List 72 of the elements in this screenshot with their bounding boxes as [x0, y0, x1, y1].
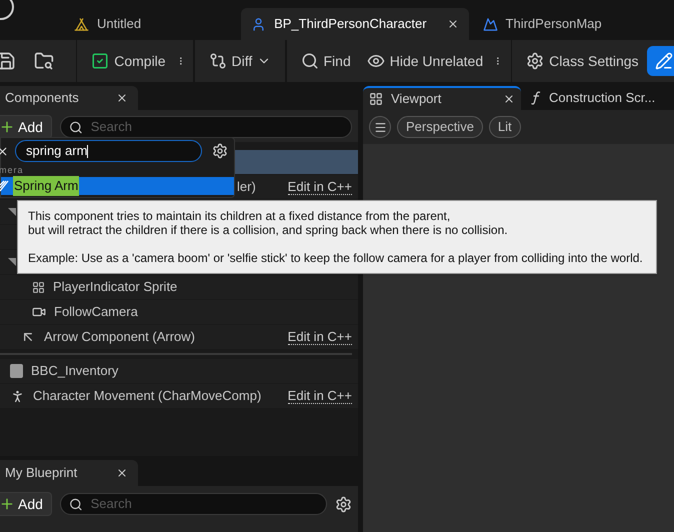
- search-input[interactable]: Search: [90, 117, 343, 137]
- person-icon: [10, 388, 25, 404]
- settings-icon[interactable]: [212, 143, 228, 159]
- close-icon[interactable]: [116, 467, 128, 479]
- view-mode-button[interactable]: Lit: [488, 116, 521, 138]
- menu-button[interactable]: [369, 116, 391, 138]
- panel-tab[interactable]: Construction Scr...: [521, 86, 662, 110]
- function-icon: [531, 91, 541, 105]
- close-icon[interactable]: [503, 93, 515, 105]
- tooltip-text: This component tries to maintain its children at a fixed distance from the parent,: [28, 209, 452, 223]
- diff-button[interactable]: Diff: [200, 46, 280, 76]
- edit-link[interactable]: Edit in C++: [288, 179, 352, 195]
- add-button[interactable]: Add: [0, 115, 52, 139]
- component-row[interactable]: BBC_Inventory: [0, 359, 358, 383]
- plus-icon: [0, 496, 15, 512]
- component-name: ler): [237, 178, 256, 196]
- compile-button[interactable]: Compile: [83, 46, 174, 76]
- diff-icon: [208, 52, 227, 70]
- level-icon: [74, 16, 89, 32]
- component-row[interactable]: PlayerIndicator Sprite: [0, 275, 358, 299]
- person-icon: [251, 16, 266, 32]
- menu-icon: [374, 120, 386, 134]
- edit-link[interactable]: Edit in C++: [288, 388, 352, 404]
- expander-icon[interactable]: [8, 258, 16, 266]
- edit-link[interactable]: Edit in C++: [288, 329, 352, 345]
- component-row[interactable]: FollowCamera: [0, 300, 358, 324]
- close-icon[interactable]: [116, 92, 128, 104]
- panel-tab[interactable]: Viewport: [363, 86, 521, 110]
- search-icon: [68, 120, 83, 134]
- component-name: Arrow Component (Arrow): [44, 328, 195, 346]
- document-tab[interactable]: ThirdPersonMap: [472, 8, 612, 40]
- settings-icon[interactable]: [335, 496, 352, 512]
- search-field[interactable]: Search: [60, 116, 352, 138]
- menu-item-label: Spring Arm: [13, 176, 80, 196]
- checkmark-icon: [91, 52, 110, 70]
- search-icon: [68, 496, 83, 512]
- eye-icon: [366, 52, 385, 70]
- spring-icon: [0, 180, 9, 192]
- find-button[interactable]: Find: [292, 46, 359, 76]
- document-tab[interactable]: Untitled: [64, 8, 152, 40]
- search-field[interactable]: Search: [60, 493, 327, 515]
- search-input[interactable]: Search: [90, 494, 318, 514]
- tooltip-text: Example: Use as a 'camera boom' or 'selfie stick' to keep the follow camera for a player from colliding into the world.: [28, 251, 644, 265]
- component-row[interactable]: Character Movement (CharMoveComp) Edit in C++: [0, 384, 358, 408]
- panel-tab[interactable]: Components: [0, 86, 138, 110]
- menu-item[interactable]: Spring Arm: [1, 177, 234, 195]
- component-row[interactable]: Arrow Component (Arrow) Edit in C++: [0, 325, 358, 349]
- search-field[interactable]: spring arm: [15, 140, 202, 162]
- close-icon[interactable]: [446, 18, 459, 30]
- component-name: BBC_Inventory: [31, 362, 118, 380]
- sprite-icon: [32, 280, 45, 294]
- edit-button[interactable]: [646, 46, 674, 76]
- expander-icon[interactable]: [8, 208, 16, 216]
- tooltip-text: but will retract the children if there is a collision, and spring back when there is no collision.: [28, 223, 509, 237]
- component-name: FollowCamera: [54, 303, 138, 322]
- panel-tab[interactable]: My Blueprint: [0, 460, 138, 486]
- component-icon: [10, 364, 23, 378]
- component-name: PlayerIndicator Sprite: [53, 278, 178, 296]
- component-name: Character Movement (CharMoveComp): [33, 387, 262, 406]
- search-icon: [300, 52, 318, 70]
- document-tab[interactable]: BP_ThirdPersonCharacter: [241, 8, 469, 40]
- pencil-icon: [654, 52, 673, 70]
- add-button[interactable]: Add: [0, 492, 52, 516]
- settings-icon: [526, 52, 544, 70]
- camera-icon: [32, 305, 46, 319]
- plus-icon: [0, 119, 15, 135]
- folder-search-icon: [34, 51, 54, 71]
- view-mode-button[interactable]: Perspective: [397, 116, 483, 138]
- mountain-icon: [482, 16, 498, 32]
- hide-button[interactable]: Hide Unrelated: [358, 46, 492, 76]
- grid-icon: [369, 92, 383, 106]
- settings-button[interactable]: Class Settings: [518, 46, 647, 76]
